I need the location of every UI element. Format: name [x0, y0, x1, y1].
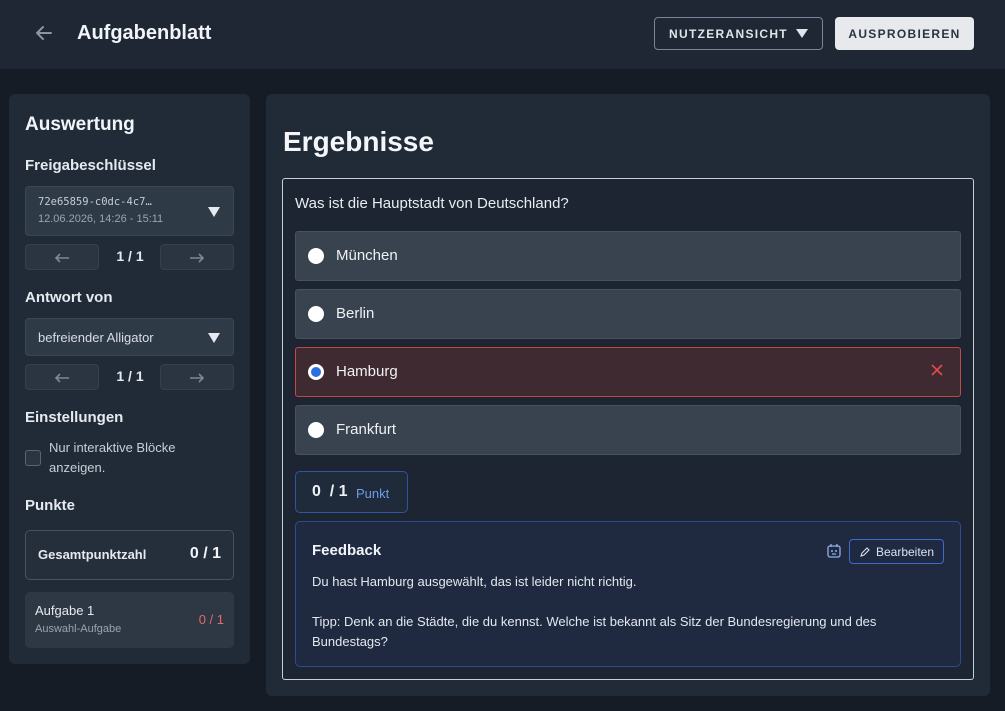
arrow-right-icon — [190, 253, 205, 263]
try-button[interactable]: AUSPROBIEREN — [835, 17, 974, 50]
radio-button-selected[interactable] — [308, 364, 324, 380]
total-score-label: Gesamtpunktzahl — [38, 547, 147, 562]
ai-robot-icon[interactable] — [826, 543, 842, 559]
sidebar-title: Auswertung — [25, 114, 135, 135]
task-type: Auswahl-Aufgabe — [35, 623, 122, 635]
total-score-box: Gesamtpunktzahl 0 / 1 — [25, 530, 234, 580]
caret-down-icon — [208, 207, 220, 217]
share-key-pager: 1 / 1 — [116, 248, 144, 264]
total-score-value: 0 / 1 — [189, 545, 221, 562]
share-key-label: Freigabeschlüssel — [25, 157, 156, 174]
radio-button[interactable] — [308, 422, 324, 438]
arrow-left-icon — [54, 373, 69, 383]
feedback-title: Feedback — [312, 542, 382, 559]
option-label: Frankfurt — [336, 421, 397, 438]
answer-pager: 1 / 1 — [116, 368, 144, 384]
evaluation-sidebar: Auswertung Freigabeschlüssel 72e65859-c0… — [9, 94, 250, 664]
caret-down-icon — [795, 29, 808, 38]
score-unit: Punkt — [356, 486, 390, 501]
answer-from-select[interactable]: befreiender Alligator — [25, 318, 234, 356]
radio-button[interactable] — [308, 248, 324, 264]
option-frankfurt[interactable]: Frankfurt — [295, 405, 961, 455]
edit-feedback-label: Bearbeiten — [875, 544, 935, 559]
answer-next-button[interactable] — [160, 364, 234, 390]
arrow-right-icon — [190, 373, 205, 383]
task-item[interactable]: Aufgabe 1 Auswahl-Aufgabe 0 / 1 — [25, 592, 234, 648]
results-title: Ergebnisse — [283, 126, 434, 157]
share-key-value: 72e65859-c0dc-4c7… — [38, 196, 152, 208]
share-key-date: 12.06.2026, 14:26 - 15:11 — [38, 213, 164, 225]
interactive-blocks-checkbox[interactable] — [25, 450, 41, 466]
question-text: Was ist die Hauptstadt von Deutschland? — [295, 195, 569, 212]
settings-label: Einstellungen — [25, 409, 124, 426]
interactive-blocks-label: Nur interaktive Blöcke anzeigen. — [49, 440, 176, 475]
edit-feedback-button[interactable]: Bearbeiten — [849, 539, 944, 564]
question-block: Was ist die Hauptstadt von Deutschland? … — [282, 178, 974, 680]
back-arrow-icon[interactable] — [33, 22, 57, 46]
score-value: 0 / 1 — [312, 483, 348, 500]
radio-button[interactable] — [308, 306, 324, 322]
top-bar: Aufgabenblatt NUTZERANSICHT AUSPROBIEREN — [0, 0, 1005, 70]
option-muenchen[interactable]: München — [295, 231, 961, 281]
option-hamburg[interactable]: Hamburg — [295, 347, 961, 397]
share-key-prev-button[interactable] — [25, 244, 99, 270]
share-key-select[interactable]: 72e65859-c0dc-4c7… 12.06.2026, 14:26 - 1… — [25, 186, 234, 236]
task-score: 0 / 1 — [198, 612, 224, 627]
option-label: Hamburg — [336, 363, 398, 380]
user-view-dropdown[interactable]: NUTZERANSICHT — [654, 17, 823, 50]
option-berlin[interactable]: Berlin — [295, 289, 961, 339]
feedback-hint: Tipp: Denk an die Städte, die du kennst.… — [312, 614, 877, 649]
wrong-x-icon — [928, 362, 946, 380]
answer-from-label: Antwort von — [25, 289, 113, 306]
answer-from-value: befreiender Alligator — [38, 330, 154, 345]
score-badge: 0 / 1 Punkt — [295, 471, 408, 513]
option-label: München — [336, 247, 398, 264]
feedback-text: Du hast Hamburg ausgewählt, das ist leid… — [312, 574, 637, 589]
share-key-next-button[interactable] — [160, 244, 234, 270]
feedback-box: Feedback Bearbeiten Du hast Hamburg ausg… — [295, 521, 961, 667]
points-label: Punkte — [25, 497, 76, 514]
arrow-left-icon — [54, 253, 69, 263]
user-view-label: NUTZERANSICHT — [669, 26, 788, 41]
pencil-icon — [860, 546, 870, 557]
page-title: Aufgabenblatt — [77, 22, 212, 44]
caret-down-icon — [208, 333, 220, 343]
answer-prev-button[interactable] — [25, 364, 99, 390]
results-panel: Ergebnisse Was ist die Hauptstadt von De… — [266, 94, 990, 696]
task-name: Aufgabe 1 — [35, 603, 95, 618]
option-label: Berlin — [336, 305, 375, 322]
